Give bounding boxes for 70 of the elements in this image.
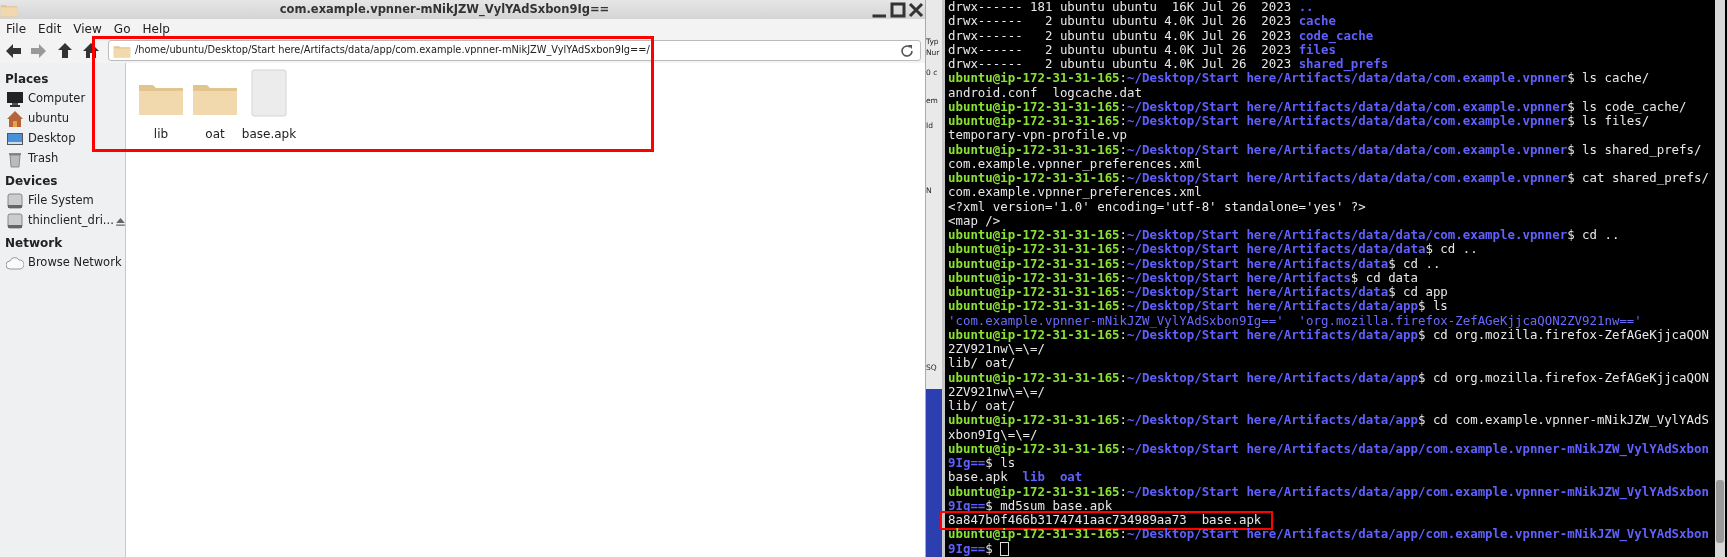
terminal-line: temporary-vpn-profile.vp <box>948 128 1128 143</box>
house-icon <box>6 110 24 128</box>
menu-item[interactable]: File <box>0 19 33 38</box>
terminal-line: xbon9Ig\=\=/ <box>948 427 1038 442</box>
drive-icon <box>6 212 24 230</box>
terminal-line: ubuntu@ip-172-31-31-165:~/Desktop/Start here/Artifacts/data$ cd .. <box>948 256 1441 271</box>
terminal-line: ubuntu@ip-172-31-31-165:~/Desktop/Start here/Artifacts/data/app$ cd com.example.vpnner-mNikJZW_VylYAdS <box>948 413 1709 428</box>
menu-item[interactable]: Help <box>136 19 176 38</box>
drive-icon <box>6 192 24 210</box>
terminal-line: ubuntu@ip-172-31-31-165:~/Desktop/Start here/Artifacts/data/app/com.example.vpnner-mNikJZW_VylYAdSxbon <box>948 441 1709 456</box>
sidebar-item[interactable]: thinclient_dri... <box>0 211 125 231</box>
section-heading: Places <box>4 71 50 88</box>
terminal-line: drwx------ 2 ubuntu ubuntu 4.0K Jul 26 2023 shared_prefs <box>948 57 1389 72</box>
terminal-line: base.apk lib oat <box>948 470 1083 485</box>
terminal-line: 9Ig==$ <box>948 541 993 556</box>
desktop-icon <box>6 130 24 148</box>
file-name[interactable]: lib <box>153 125 169 143</box>
terminal-line: ubuntu@ip-172-31-31-165:~/Desktop/Start here/Artifacts/data/data/com.example.vpnner$ ls code_cache/ <box>948 99 1687 114</box>
terminal-line: lib/ oat/ <box>948 399 1016 414</box>
terminal-line: drwx------ 2 ubuntu ubuntu 4.0K Jul 26 2023 cache <box>948 14 1336 29</box>
terminal-line: drwx------ 181 ubuntu ubuntu 16K Jul 26 2023 .. <box>948 0 1314 15</box>
terminal-line: ubuntu@ip-172-31-31-165:~/Desktop/Start here/Artifacts/data/app/com.example.vpnner-mNikJZW_VylYAdSxbon <box>948 527 1709 542</box>
terminal-line: ubuntu@ip-172-31-31-165:~/Desktop/Start here/Artifacts/data/app$ cd org.mozilla.firefox-ZefAGeKjjcaQON <box>948 327 1709 342</box>
section-heading: Devices <box>4 173 59 190</box>
up-icon[interactable] <box>56 41 74 60</box>
sidebar-item[interactable]: Browse Network <box>0 253 125 273</box>
terminal-line: drwx------ 2 ubuntu ubuntu 4.0K Jul 26 2023 code_cache <box>948 28 1374 43</box>
terminal-line: 'com.example.vpnner-mNikJZW_VylYAdSxbon9Ig==' 'org.mozilla.firefox-ZefAGeKjjcaQON2ZV921nw==' <box>948 313 1642 328</box>
scrollbar[interactable] <box>1715 0 1725 557</box>
address-field[interactable]: /home/ubuntu/Desktop/Start here/Artifacts/data/app/com.example.vpnner-mNikJZW_VylYAdSxbon9Ig==/ <box>108 40 921 61</box>
terminal-line: com.example.vpnner_preferences.xml <box>948 156 1202 171</box>
file-name[interactable]: base.apk <box>241 125 297 143</box>
maximize-icon[interactable] <box>889 0 907 19</box>
terminal-line: ubuntu@ip-172-31-31-165:~/Desktop/Start here/Artifacts/data/app$ ls <box>948 299 1448 314</box>
terminal-line: ubuntu@ip-172-31-31-165:~/Desktop/Start here/Artifacts/data/data$ cd .. <box>948 242 1478 257</box>
terminal-line: ubuntu@ip-172-31-31-165:~/Desktop/Start here/Artifacts/data/app$ cd org.mozilla.firefox-ZefAGeKjjcaQON <box>948 370 1709 385</box>
terminal-line: <?xml version='1.0' encoding='utf-8' standalone='yes' ?> <box>948 199 1366 214</box>
sidebar-item[interactable]: File System <box>0 191 125 211</box>
terminal-line: drwx------ 2 ubuntu ubuntu 4.0K Jul 26 2023 files <box>948 42 1336 57</box>
terminal-line: ubuntu@ip-172-31-31-165:~/Desktop/Start here/Artifacts/data/app/com.example.vpnner-mNikJZW_VylYAdSxbon <box>948 484 1709 499</box>
window-title: com.example.vpnner-mNikJZW_VylYAdSxbon9Ig== <box>278 0 611 19</box>
terminal-line: ubuntu@ip-172-31-31-165:~/Desktop/Start here/Artifacts$ cd data <box>948 270 1418 285</box>
terminal-line: ubuntu@ip-172-31-31-165:~/Desktop/Start here/Artifacts/data/data/com.example.vpnner$ ls files/ <box>948 114 1650 129</box>
terminal-line: ubuntu@ip-172-31-31-165:~/Desktop/Start here/Artifacts/data/data/com.example.vpnner$ ls shared_prefs/ <box>948 142 1702 157</box>
terminal-line: ubuntu@ip-172-31-31-165:~/Desktop/Start here/Artifacts/data/data/com.example.vpnner$ ls cache/ <box>948 71 1650 86</box>
close-icon[interactable] <box>907 0 925 19</box>
terminal-line: com.example.vpnner_preferences.xml <box>948 185 1202 200</box>
terminal-line: 9Ig==$ ls <box>948 456 1016 471</box>
menu-item[interactable]: Go <box>107 19 137 38</box>
terminal-line: lib/ oat/ <box>948 356 1016 371</box>
terminal-line: 2ZV921nw\=\=/ <box>948 342 1045 357</box>
computer-icon <box>6 90 24 108</box>
terminal-line: ubuntu@ip-172-31-31-165:~/Desktop/Start here/Artifacts/data/data/com.example.vpnner$ cat shared_prefs/ <box>948 171 1709 186</box>
sidebar-item[interactable]: Desktop <box>0 129 125 149</box>
terminal-line: 2ZV921nw\=\=/ <box>948 384 1045 399</box>
terminal-line: ubuntu@ip-172-31-31-165:~/Desktop/Start here/Artifacts/data/data/com.example.vpnner$ cd .. <box>948 228 1620 243</box>
trash-icon <box>6 150 24 168</box>
menu-item[interactable]: Edit <box>32 19 68 38</box>
terminal-line: 8a847b0f466b3174741aac734989aa73 base.apk <box>948 513 1262 528</box>
terminal-line: <map /> <box>948 213 1001 228</box>
menu-item[interactable]: View <box>67 19 108 38</box>
cloud-icon <box>6 254 24 272</box>
sidebar-item[interactable]: ubuntu <box>0 109 125 129</box>
home-icon[interactable] <box>82 41 100 60</box>
terminal-line: ubuntu@ip-172-31-31-165:~/Desktop/Start here/Artifacts/data$ cd app <box>948 285 1448 300</box>
sidebar-item[interactable]: Trash <box>0 149 125 169</box>
terminal-line: android.conf logcache.dat <box>948 85 1142 100</box>
file-name[interactable]: oat <box>205 125 225 143</box>
section-heading: Network <box>4 235 64 252</box>
sidebar-item[interactable]: Computer <box>0 89 125 109</box>
